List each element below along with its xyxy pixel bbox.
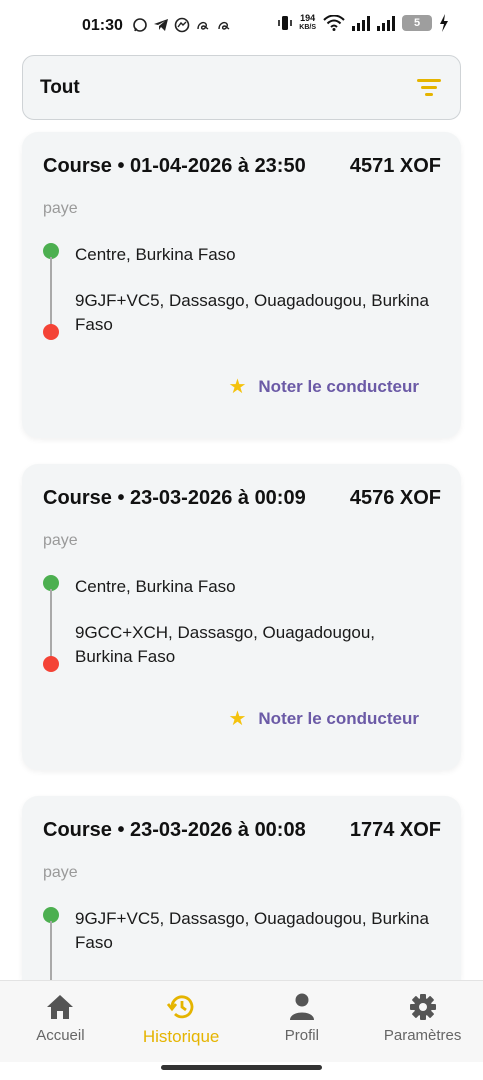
bottom-navigation: Accueil Historique Profil Paramètres — [0, 980, 483, 1062]
pickup-address: Centre, Burkina Faso — [75, 577, 236, 596]
telegram-icon — [154, 19, 168, 31]
nav-label: Historique — [142, 1027, 220, 1046]
star-icon: ★ — [228, 376, 247, 398]
rate-driver-button[interactable]: ★ Noter le conducteur — [228, 377, 419, 397]
battery-level: 5 — [413, 17, 421, 29]
net-speed-value: 194 — [300, 13, 316, 23]
ride-status: paye — [43, 864, 78, 881]
dropoff-dot-icon — [43, 324, 59, 340]
dropoff-address: 9GJF+VC5, Dassasgo, Ouagadougou, Burkina… — [75, 291, 429, 334]
script-a-icon — [197, 21, 209, 30]
ride-header: Course • 23-03-2026 à 00:09 4576 XOF — [43, 487, 441, 510]
ride-price: 4576 XOF — [349, 487, 441, 509]
dropoff-address: 9GCC+XCH, Dassasgo, Ouagadougou, Burkina… — [75, 623, 376, 666]
filter-dropdown[interactable]: Tout — [22, 55, 461, 120]
route-line — [50, 921, 52, 980]
script-a-icon — [218, 21, 230, 30]
net-speed: 194 KB/S — [299, 14, 316, 32]
ride-price: 1774 XOF — [349, 819, 441, 841]
person-icon — [289, 993, 315, 1021]
nav-item-profil[interactable]: Profil — [242, 981, 363, 1062]
pickup-address: 9GJF+VC5, Dassasgo, Ouagadougou, Burkina… — [75, 909, 429, 952]
nav-item-historique[interactable]: Historique — [121, 981, 242, 1062]
route-line — [50, 257, 52, 327]
filter-label: Tout — [40, 76, 80, 98]
rate-driver-label: Noter le conducteur — [258, 709, 419, 728]
battery-icon: 5 — [402, 15, 432, 31]
ride-title: Course • 23-03-2026 à 00:09 — [43, 487, 306, 509]
star-icon: ★ — [228, 708, 247, 730]
signal-icon — [352, 15, 370, 31]
ride-price: 4571 XOF — [349, 155, 441, 177]
history-icon — [166, 993, 196, 1021]
ride-card[interactable]: Course • 23-03-2026 à 00:08 1774 XOF pay… — [22, 796, 461, 980]
ride-status: paye — [43, 200, 78, 217]
pickup-address: Centre, Burkina Faso — [75, 245, 236, 264]
notification-icons — [132, 17, 232, 33]
whatsapp-icon — [133, 18, 147, 32]
ride-title: Course • 23-03-2026 à 00:08 — [43, 819, 306, 841]
ride-header: Course • 01-04-2026 à 23:50 4571 XOF — [43, 155, 441, 178]
wifi-icon — [323, 15, 345, 31]
status-indicators: 194 KB/S 5 — [278, 14, 449, 32]
nav-item-accueil[interactable]: Accueil — [0, 981, 121, 1062]
ride-title: Course • 01-04-2026 à 23:50 — [43, 155, 306, 177]
messenger-icon — [174, 17, 190, 33]
route-line — [50, 589, 52, 659]
home-icon — [46, 993, 74, 1021]
signal-icon — [377, 15, 395, 31]
vibrate-icon — [278, 16, 293, 30]
rate-driver-label: Noter le conducteur — [258, 377, 419, 396]
ride-card[interactable]: Course • 01-04-2026 à 23:50 4571 XOF pay… — [22, 132, 461, 438]
status-time: 01:30 — [82, 17, 123, 34]
ride-header: Course • 23-03-2026 à 00:08 1774 XOF — [43, 819, 441, 842]
nav-item-parametres[interactable]: Paramètres — [362, 981, 483, 1062]
nav-label: Paramètres — [383, 1027, 462, 1044]
charging-icon — [440, 14, 448, 32]
rate-driver-button[interactable]: ★ Noter le conducteur — [228, 709, 419, 729]
net-speed-unit: KB/S — [299, 24, 316, 31]
ride-status: paye — [43, 532, 78, 549]
filter-icon[interactable] — [416, 78, 442, 98]
nav-label: Profil — [284, 1027, 319, 1044]
nav-label: Accueil — [36, 1027, 85, 1044]
status-bar: 01:30 194 KB/S 5 — [0, 0, 483, 54]
gear-icon — [409, 993, 437, 1021]
ride-card[interactable]: Course • 23-03-2026 à 00:09 4576 XOF pay… — [22, 464, 461, 770]
home-indicator[interactable] — [161, 1065, 322, 1070]
dropoff-dot-icon — [43, 656, 59, 672]
